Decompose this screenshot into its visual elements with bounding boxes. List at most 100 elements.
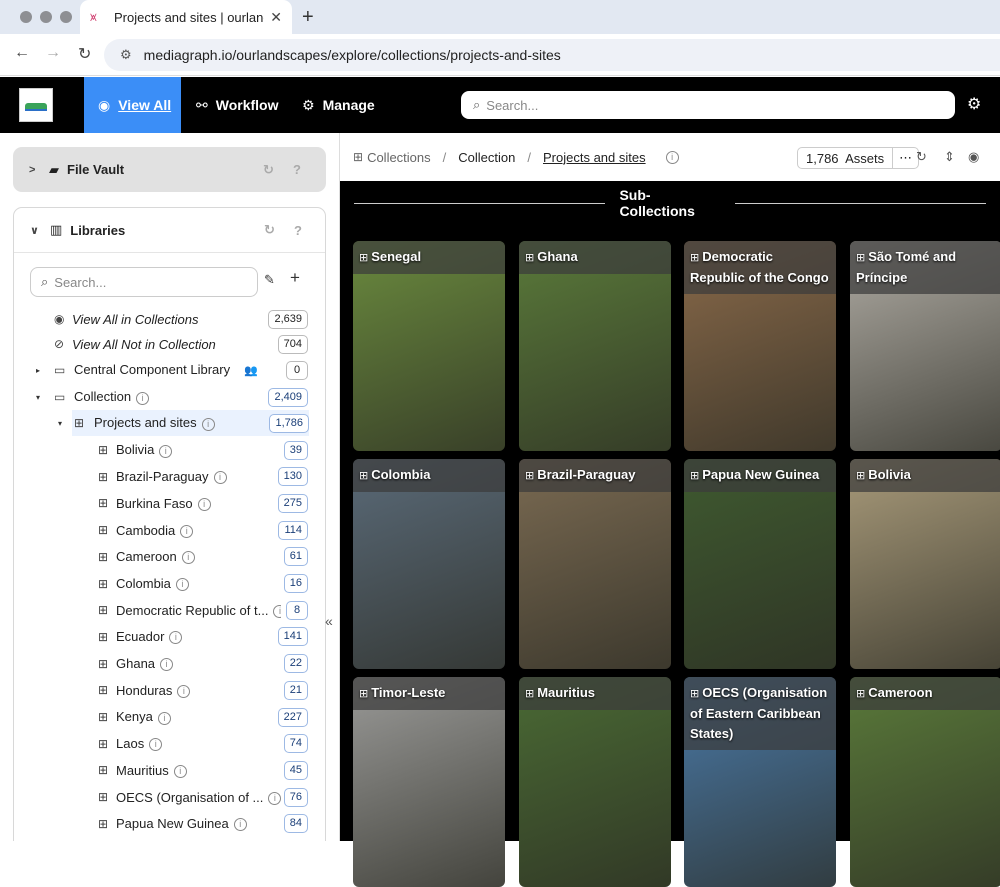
library-search-input[interactable]: ⌕ Search... [30, 267, 258, 297]
collection-icon: ⊞ [359, 252, 369, 264]
new-tab-icon[interactable]: + [302, 6, 314, 29]
nav-view-all[interactable]: ◉ View All [84, 77, 181, 133]
tree-row[interactable]: ⊞ Honduras i 21 [14, 677, 325, 703]
refresh-icon[interactable]: ↻ [916, 149, 927, 165]
subcollection-card[interactable]: ⊞ Timor-Leste [353, 677, 505, 887]
subcollection-card[interactable]: ⊞ Senegal [353, 241, 505, 451]
forward-icon[interactable]: → [45, 44, 61, 62]
tree-row[interactable]: ⊞ Ecuador i 141 [14, 624, 325, 650]
libraries-header[interactable]: ∨ ▥ Libraries ↻ ? [14, 208, 325, 253]
refresh-icon[interactable]: ↻ [264, 222, 275, 238]
subcollection-card[interactable]: ⊞ Mauritius [519, 677, 671, 887]
collapse-icon[interactable]: ▾ [58, 419, 62, 428]
collection-icon: ⊞ [98, 603, 109, 618]
breadcrumb-collections[interactable]: Collections [367, 150, 431, 165]
sort-icon[interactable]: ⇕ [944, 149, 955, 165]
tree-row[interactable]: ⊞ Brazil-Paraguay i 130 [14, 464, 325, 490]
settings-gear-icon[interactable]: ⚙ [967, 94, 981, 114]
subcollection-card[interactable]: ⊞ Democratic Republic of the Congo [684, 241, 836, 451]
info-icon[interactable]: i [149, 738, 163, 752]
tree-row[interactable]: ▾ ⊞ Projects and sites i 1,786 [58, 410, 309, 436]
chevron-down-icon[interactable]: ∨ [30, 224, 50, 237]
breadcrumb-current[interactable]: Projects and sites [543, 150, 646, 165]
info-icon[interactable]: i [233, 818, 247, 832]
back-icon[interactable]: ← [14, 44, 30, 62]
refresh-icon[interactable]: ↻ [263, 162, 274, 178]
tree-row[interactable]: ⊞ Kenya i 227 [14, 704, 325, 730]
tree-row[interactable]: ⊞ Laos i 74 [14, 731, 325, 757]
breadcrumb-collection[interactable]: Collection [458, 150, 515, 165]
org-logo[interactable] [19, 88, 53, 122]
window-controls[interactable] [20, 11, 72, 23]
reload-icon[interactable]: ↻ [78, 44, 91, 64]
tree-row[interactable]: ⊞São Tomé and Príncipei100 [14, 838, 325, 842]
subcollection-card[interactable]: ⊞ São Tomé and Príncipe [850, 241, 1000, 451]
tree-row[interactable]: ⊞ Democratic Republic of t... i 8 [14, 597, 325, 623]
subcollection-card[interactable]: ⊞ Brazil-Paraguay [519, 459, 671, 669]
tree-row[interactable]: ◉ View All in Collections 2,639 [14, 306, 325, 332]
subcollection-card[interactable]: ⊞ Colombia [353, 459, 505, 669]
tree-row[interactable]: ⊞ Colombia i 16 [14, 571, 325, 597]
help-icon[interactable]: ? [293, 162, 301, 177]
maximize-window-button[interactable] [60, 11, 72, 23]
count-badge: 704 [277, 334, 308, 354]
file-vault-panel[interactable]: > ▰ File Vault ↻ ? [13, 147, 326, 192]
eye-off-icon: ⊘ [54, 337, 65, 351]
info-icon[interactable]: i [136, 391, 150, 405]
info-icon[interactable]: i [181, 551, 195, 565]
chevron-right-icon[interactable]: > [29, 164, 49, 176]
tree-row[interactable]: ▾ ▭ Collection i 2,409 [14, 384, 325, 410]
browser-tab[interactable]: ⩙ Projects and sites | ourlandsc ✕ [80, 0, 292, 34]
info-icon[interactable]: i [175, 578, 189, 592]
more-options-icon[interactable]: ⋯ [892, 148, 918, 168]
close-window-button[interactable] [20, 11, 32, 23]
eye-icon[interactable]: ◉ [968, 149, 979, 165]
info-icon[interactable]: i [160, 658, 174, 672]
info-icon[interactable]: i [665, 150, 679, 164]
tree-row[interactable]: ⊞ Cameroon i 61 [14, 544, 325, 570]
info-icon[interactable]: i [173, 764, 187, 778]
info-icon[interactable]: i [213, 471, 227, 485]
expand-icon[interactable]: ▸ [36, 366, 40, 375]
subcollection-card[interactable]: ⊞ Ghana [519, 241, 671, 451]
info-icon[interactable]: i [157, 711, 171, 725]
address-bar[interactable]: ⚙ mediagraph.io/ourlandscapes/explore/co… [104, 39, 1000, 71]
tree-row[interactable]: ⊞ Cambodia i 114 [14, 517, 325, 543]
subcollection-card[interactable]: ⊞ Cameroon [850, 677, 1000, 887]
collapse-icon[interactable]: ▾ [36, 393, 40, 402]
close-tab-icon[interactable]: ✕ [270, 9, 282, 26]
help-icon[interactable]: ? [294, 223, 302, 238]
tree-row[interactable]: ▸ ▭ Central Component Libraryi 👥 0 [14, 357, 325, 383]
nav-workflow[interactable]: ⚯ Workflow [196, 77, 278, 133]
tree-row[interactable]: ⊞ Ghana i 22 [14, 651, 325, 677]
count-badge: 39 [283, 440, 308, 460]
tree-row[interactable]: ⊞ Papua New Guinea i 84 [14, 811, 325, 837]
subcollection-card[interactable]: ⊞ OECS (Organisation of Eastern Caribbean… [684, 677, 836, 887]
nav-manage[interactable]: ⚙ Manage [302, 77, 375, 133]
asset-count-button[interactable]: 1,786 Assets ⋯ [797, 147, 920, 169]
edit-icon[interactable]: ✎ [264, 272, 275, 288]
search-placeholder: Search... [486, 97, 539, 113]
tree-row[interactable]: ⊘ View All Not in Collection 704 [14, 331, 325, 357]
subcollection-card[interactable]: ⊞ Bolivia [850, 459, 1000, 669]
tree-row[interactable]: ⊞ Burkina Faso i 275 [14, 490, 325, 516]
site-settings-icon[interactable]: ⚙ [120, 47, 132, 63]
tree-row[interactable]: ⊞ OECS (Organisation of ... i 76 [14, 784, 325, 810]
info-icon[interactable]: i [197, 497, 211, 511]
info-icon[interactable]: i [273, 604, 281, 618]
subcollection-card[interactable]: ⊞ Papua New Guinea [684, 459, 836, 669]
global-search-input[interactable]: ⌕ Search... [461, 91, 955, 119]
minimize-window-button[interactable] [40, 11, 52, 23]
info-icon[interactable]: i [169, 631, 183, 645]
info-icon[interactable]: i [180, 524, 194, 538]
info-icon[interactable]: i [268, 791, 281, 805]
tree-row[interactable]: ⊞ Mauritius i 45 [14, 757, 325, 783]
collapse-sidebar-icon[interactable]: « [325, 613, 333, 629]
info-icon[interactable]: i [159, 444, 173, 458]
add-icon[interactable]: + [290, 268, 300, 288]
count-badge: 22 [283, 654, 308, 674]
tree-row-label: Projects and sites i [94, 415, 215, 431]
info-icon[interactable]: i [177, 684, 191, 698]
info-icon[interactable]: i [201, 417, 215, 431]
tree-row[interactable]: ⊞ Bolivia i 39 [14, 437, 325, 463]
